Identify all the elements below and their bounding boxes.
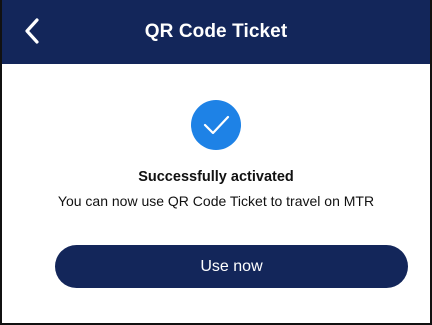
status-title: Successfully activated	[138, 169, 294, 185]
page-title: QR Code Ticket	[144, 21, 288, 42]
status-message: You can now use QR Code Ticket to travel…	[57, 193, 375, 209]
use-now-button-label: Use now	[200, 257, 263, 275]
app-screen: QR Code Ticket Successfully activated Yo…	[0, 0, 432, 325]
use-now-button[interactable]: Use now	[55, 245, 408, 288]
check-circle-icon	[191, 100, 241, 150]
success-icon-wrapper	[191, 100, 241, 150]
app-header: QR Code Ticket	[2, 0, 430, 64]
